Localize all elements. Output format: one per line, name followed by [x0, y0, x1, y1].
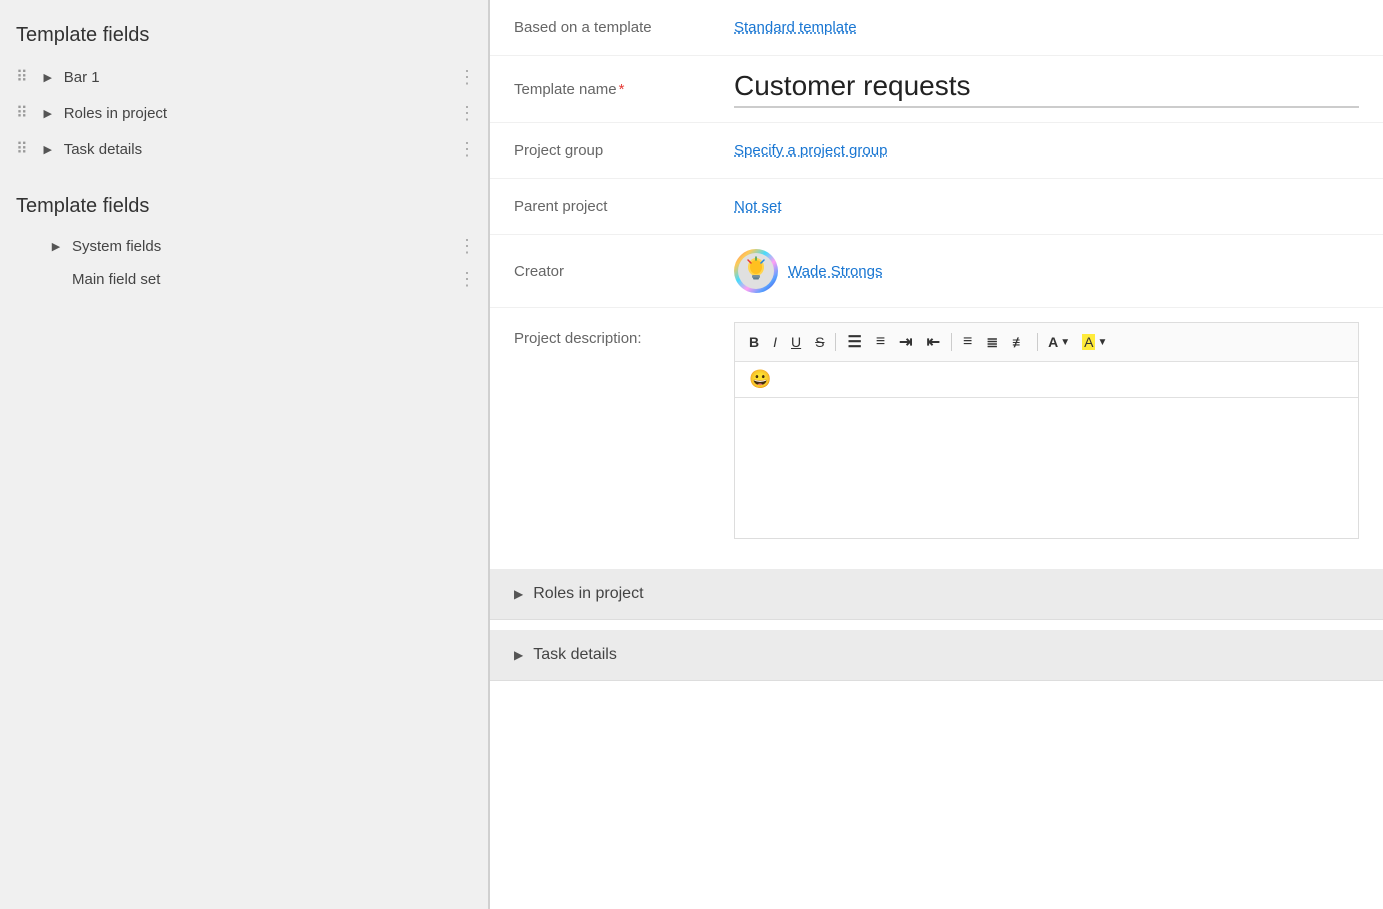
task-collapse-title: Task details	[533, 646, 617, 664]
item-label-roles: Roles in project	[64, 105, 472, 122]
creator-row: Creator Wade Stro	[490, 235, 1383, 308]
font-color-icon: A	[1048, 334, 1058, 350]
align-right-button[interactable]: ≢	[1006, 331, 1032, 353]
toolbar-sep1	[835, 333, 836, 351]
creator-value: Wade Strongs	[734, 249, 1359, 293]
item-label-task: Task details	[64, 141, 472, 158]
avatar	[734, 249, 778, 293]
context-menu-mainfieldset[interactable]	[458, 269, 476, 290]
indent-less-button[interactable]: ⇤	[921, 329, 946, 355]
creator-label: Creator	[514, 263, 734, 280]
right-panel: Based on a template Standard template Te…	[490, 0, 1383, 909]
font-color-dropdown-icon: ▼	[1060, 337, 1070, 348]
tree-item-mainfieldset[interactable]: ▶ Main field set	[0, 263, 488, 296]
context-menu-task[interactable]	[458, 139, 476, 160]
drag-handle-task[interactable]: ⠿	[16, 139, 30, 159]
template-name-row: Template name*	[490, 56, 1383, 123]
drag-handle-bar1[interactable]: ⠿	[16, 67, 30, 87]
bold-button[interactable]: B	[743, 331, 765, 353]
project-group-link[interactable]: Specify a project group	[734, 142, 887, 159]
task-collapse-header[interactable]: ▶ Task details	[490, 630, 1383, 680]
drag-handle-roles[interactable]: ⠿	[16, 103, 30, 123]
emoji-row: 😀	[735, 362, 1358, 398]
tree-item-roles[interactable]: ⠿ ▶ Roles in project	[0, 95, 488, 131]
avatar-icon	[738, 253, 774, 289]
chevron-bar1[interactable]: ▶	[40, 69, 56, 85]
template-name-input[interactable]	[734, 70, 1359, 108]
template-link[interactable]: Standard template	[734, 19, 857, 36]
tree-item-system[interactable]: ▶ System fields	[0, 230, 488, 263]
item-label-bar1: Bar 1	[64, 69, 472, 86]
project-group-label: Project group	[514, 142, 734, 159]
task-chevron-icon: ▶	[514, 648, 523, 662]
emoji-button[interactable]: 😀	[743, 366, 777, 393]
template-name-field	[734, 70, 1359, 108]
font-color-button[interactable]: A ▼	[1043, 331, 1075, 353]
context-menu-bar1[interactable]	[458, 67, 476, 88]
description-label: Project description:	[514, 322, 734, 347]
section1-title: Template fields	[0, 16, 488, 59]
toolbar-sep3	[1037, 333, 1038, 351]
roles-collapse-header[interactable]: ▶ Roles in project	[490, 569, 1383, 619]
editor-toolbar: B I U S ☰ ≡ ⇥ ⇤ ≡ ≣ ≢ A ▼	[735, 323, 1358, 362]
underline-button[interactable]: U	[785, 331, 807, 353]
description-row: Project description: B I U S ☰ ≡ ⇥ ⇤ ≡ ≣…	[490, 308, 1383, 553]
tree-item-task[interactable]: ⠿ ▶ Task details	[0, 131, 488, 167]
project-group-row: Project group Specify a project group	[490, 123, 1383, 179]
section-divider	[0, 167, 488, 187]
based-on-value: Standard template	[734, 19, 1359, 36]
item-label-mainfieldset: Main field set	[72, 271, 472, 288]
template-name-label: Template name*	[514, 81, 734, 98]
context-menu-roles[interactable]	[458, 103, 476, 124]
align-left-button[interactable]: ≡	[957, 330, 978, 354]
editor-body[interactable]	[735, 398, 1358, 538]
toolbar-sep2	[951, 333, 952, 351]
based-on-row: Based on a template Standard template	[490, 0, 1383, 56]
form-section: Based on a template Standard template Te…	[490, 0, 1383, 553]
spacer	[490, 553, 1383, 569]
roles-collapse-title: Roles in project	[533, 585, 643, 603]
context-menu-system[interactable]	[458, 236, 476, 257]
creator-name[interactable]: Wade Strongs	[788, 263, 883, 280]
project-group-value: Specify a project group	[734, 142, 1359, 159]
roles-chevron-icon: ▶	[514, 587, 523, 601]
description-editor: B I U S ☰ ≡ ⇥ ⇤ ≡ ≣ ≢ A ▼	[734, 322, 1359, 539]
item-label-system: System fields	[72, 238, 472, 255]
highlight-button[interactable]: A ▼	[1077, 331, 1112, 353]
required-star: *	[619, 81, 625, 98]
unordered-list-button[interactable]: ≡	[870, 330, 891, 354]
parent-project-value: Not set	[734, 198, 1359, 215]
section2-title: Template fields	[0, 187, 488, 230]
indent-more-button[interactable]: ⇥	[893, 329, 918, 355]
chevron-roles[interactable]: ▶	[40, 105, 56, 121]
spacer2	[490, 622, 1383, 630]
chevron-system[interactable]: ▶	[48, 239, 64, 255]
italic-button[interactable]: I	[767, 331, 783, 353]
tree-item-bar1[interactable]: ⠿ ▶ Bar 1	[0, 59, 488, 95]
ordered-list-button[interactable]: ☰	[841, 329, 867, 355]
strikethrough-button[interactable]: S	[809, 331, 830, 353]
task-collapse-section: ▶ Task details	[490, 630, 1383, 681]
parent-project-label: Parent project	[514, 198, 734, 215]
based-on-label: Based on a template	[514, 19, 734, 36]
highlight-dropdown-icon: ▼	[1097, 337, 1107, 348]
align-center-button[interactable]: ≣	[980, 331, 1004, 354]
chevron-task[interactable]: ▶	[40, 141, 56, 157]
highlight-icon: A	[1082, 334, 1095, 350]
parent-project-row: Parent project Not set	[490, 179, 1383, 235]
roles-collapse-section: ▶ Roles in project	[490, 569, 1383, 620]
parent-project-link[interactable]: Not set	[734, 198, 782, 215]
left-panel: Template fields ⠿ ▶ Bar 1 ⠿ ▶ Roles in p…	[0, 0, 490, 909]
